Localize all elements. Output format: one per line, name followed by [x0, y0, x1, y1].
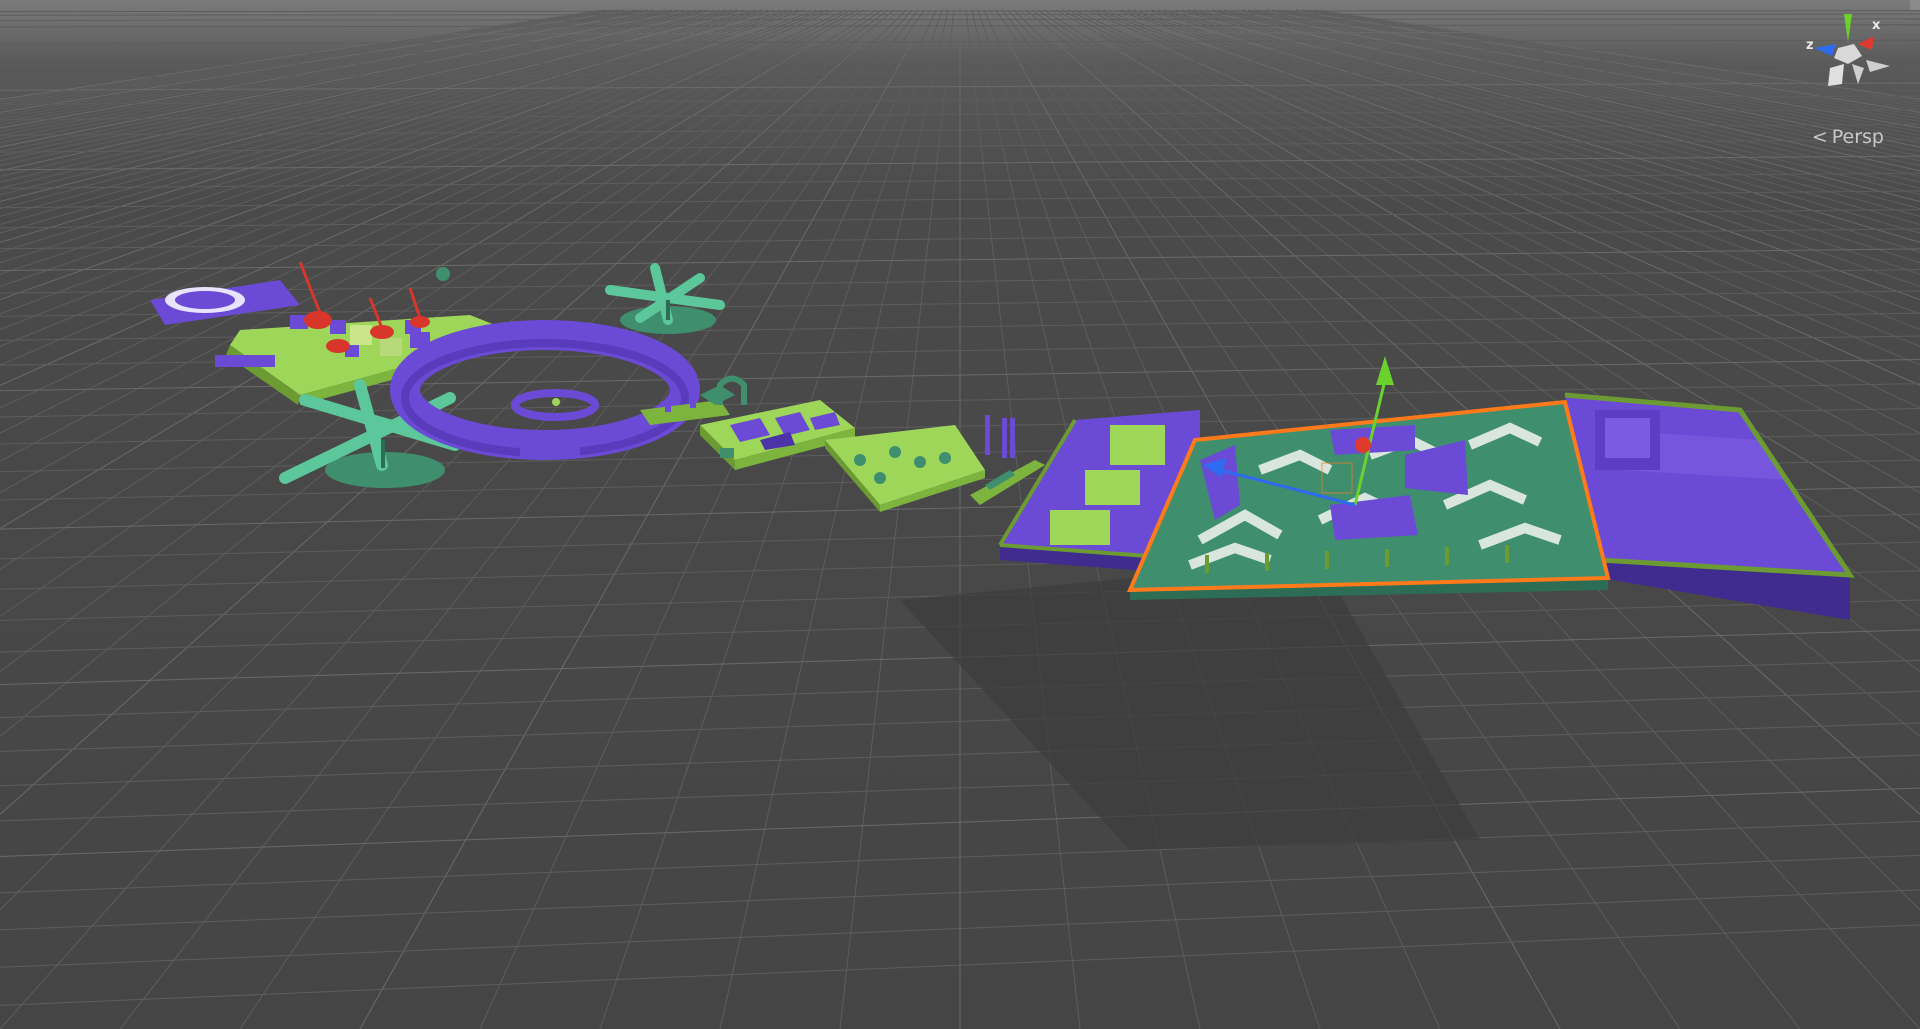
gizmo-z-cone[interactable]	[1814, 44, 1836, 56]
gizmo-x-cone[interactable]	[1858, 36, 1874, 50]
scene-canvas[interactable]	[0, 0, 1920, 1029]
orientation-gizmo[interactable]: x z	[1792, 6, 1902, 116]
small-teal-sphere[interactable]	[436, 267, 450, 281]
x-axis-handle[interactable]	[1355, 437, 1371, 453]
chevron-left-icon: <	[1811, 126, 1828, 148]
window-corner-icon	[1910, 0, 1920, 10]
gizmo-center-cube[interactable]	[1834, 44, 1862, 64]
projection-label: Persp	[1831, 126, 1884, 148]
projection-toggle[interactable]: < Persp	[1812, 126, 1884, 148]
scene-view-viewport[interactable]: x z < Persp	[0, 0, 1920, 1029]
gizmo-y-cone[interactable]	[1844, 14, 1852, 42]
